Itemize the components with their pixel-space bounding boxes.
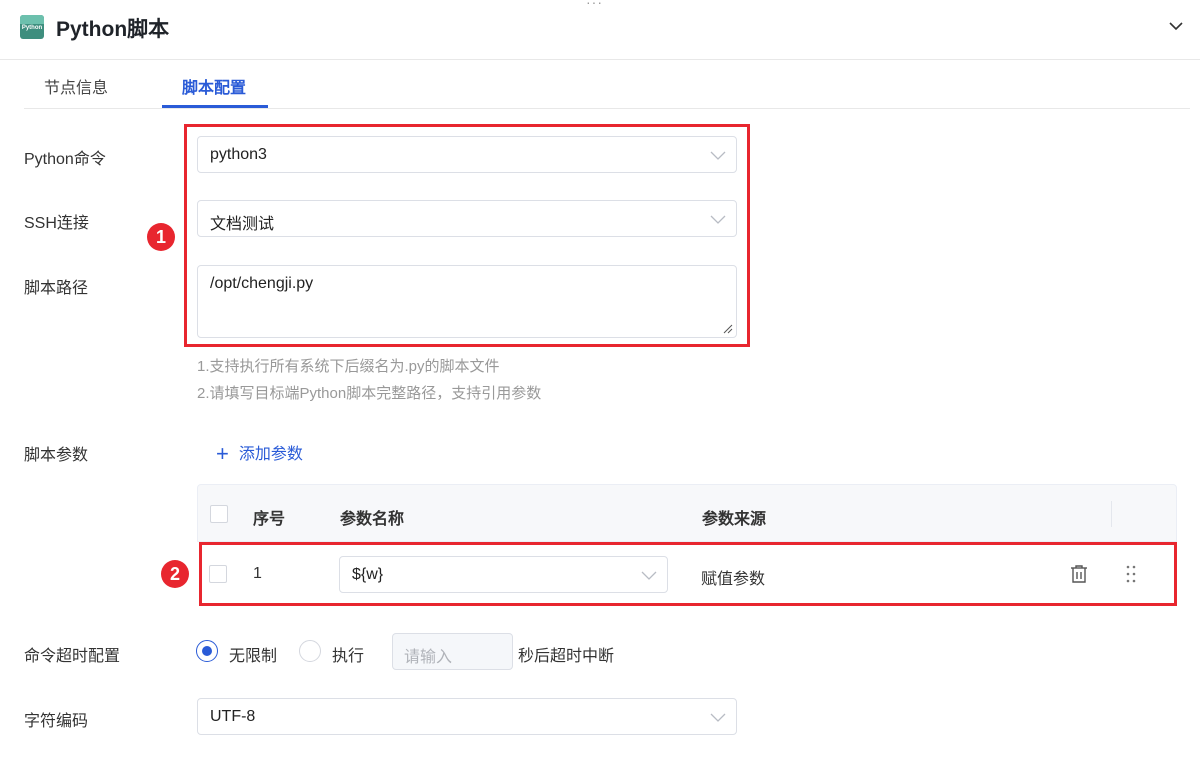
chevron-down-icon[interactable] <box>1168 18 1184 34</box>
add-param-button[interactable]: + 添加参数 <box>216 440 303 467</box>
timeout-placeholder: 请输入 <box>404 649 453 666</box>
page: ··· Python Python脚本 节点信息 脚本配置 Python命令 p… <box>0 0 1200 780</box>
active-tab-indicator <box>162 105 268 108</box>
panel-title: Python脚本 <box>56 18 170 41</box>
script-params-label: 脚本参数 <box>24 447 89 464</box>
plus-icon: + <box>216 441 229 466</box>
hint-line-2: 2.请填写目标端Python脚本完整路径，支持引用参数 <box>197 385 542 402</box>
python-command-label: Python命令 <box>24 151 106 168</box>
tab-node-info[interactable]: 节点信息 <box>44 74 108 98</box>
col-index-header: 序号 <box>253 511 286 528</box>
radio-execute-label: 执行 <box>332 648 365 665</box>
chevron-down-icon <box>710 713 726 722</box>
annotation-badge-1: 1 <box>147 223 175 251</box>
radio-unlimited[interactable] <box>196 640 218 662</box>
encoding-label: 字符编码 <box>24 713 89 730</box>
timeout-seconds-input[interactable]: 请输入 <box>392 633 513 670</box>
python-logo-icon: Python <box>20 15 44 39</box>
column-divider <box>1111 501 1112 527</box>
add-param-label: 添加参数 <box>238 446 303 463</box>
table-header: 序号 参数名称 参数来源 <box>197 484 1177 542</box>
panel-header: Python Python脚本 <box>0 0 1200 60</box>
radio-unlimited-label: 无限制 <box>229 648 278 665</box>
highlight-box-2 <box>199 542 1177 606</box>
hint-line-1: 1.支持执行所有系统下后缀名为.py的脚本文件 <box>197 358 500 375</box>
timeout-suffix: 秒后超时中断 <box>518 648 615 665</box>
timeout-label: 命令超时配置 <box>24 648 121 665</box>
script-path-label: 脚本路径 <box>24 280 89 297</box>
select-all-checkbox[interactable] <box>210 505 228 523</box>
encoding-select[interactable]: UTF-8 <box>197 698 737 735</box>
col-source-header: 参数来源 <box>702 511 767 528</box>
ssh-label: SSH连接 <box>24 215 89 232</box>
tab-script-config[interactable]: 脚本配置 <box>182 74 246 98</box>
highlight-box-1 <box>184 124 750 347</box>
tab-bar: 节点信息 脚本配置 <box>24 60 1190 109</box>
radio-execute[interactable] <box>299 640 321 662</box>
col-name-header: 参数名称 <box>340 511 405 528</box>
encoding-value: UTF-8 <box>210 708 256 725</box>
annotation-badge-2: 2 <box>161 560 189 588</box>
